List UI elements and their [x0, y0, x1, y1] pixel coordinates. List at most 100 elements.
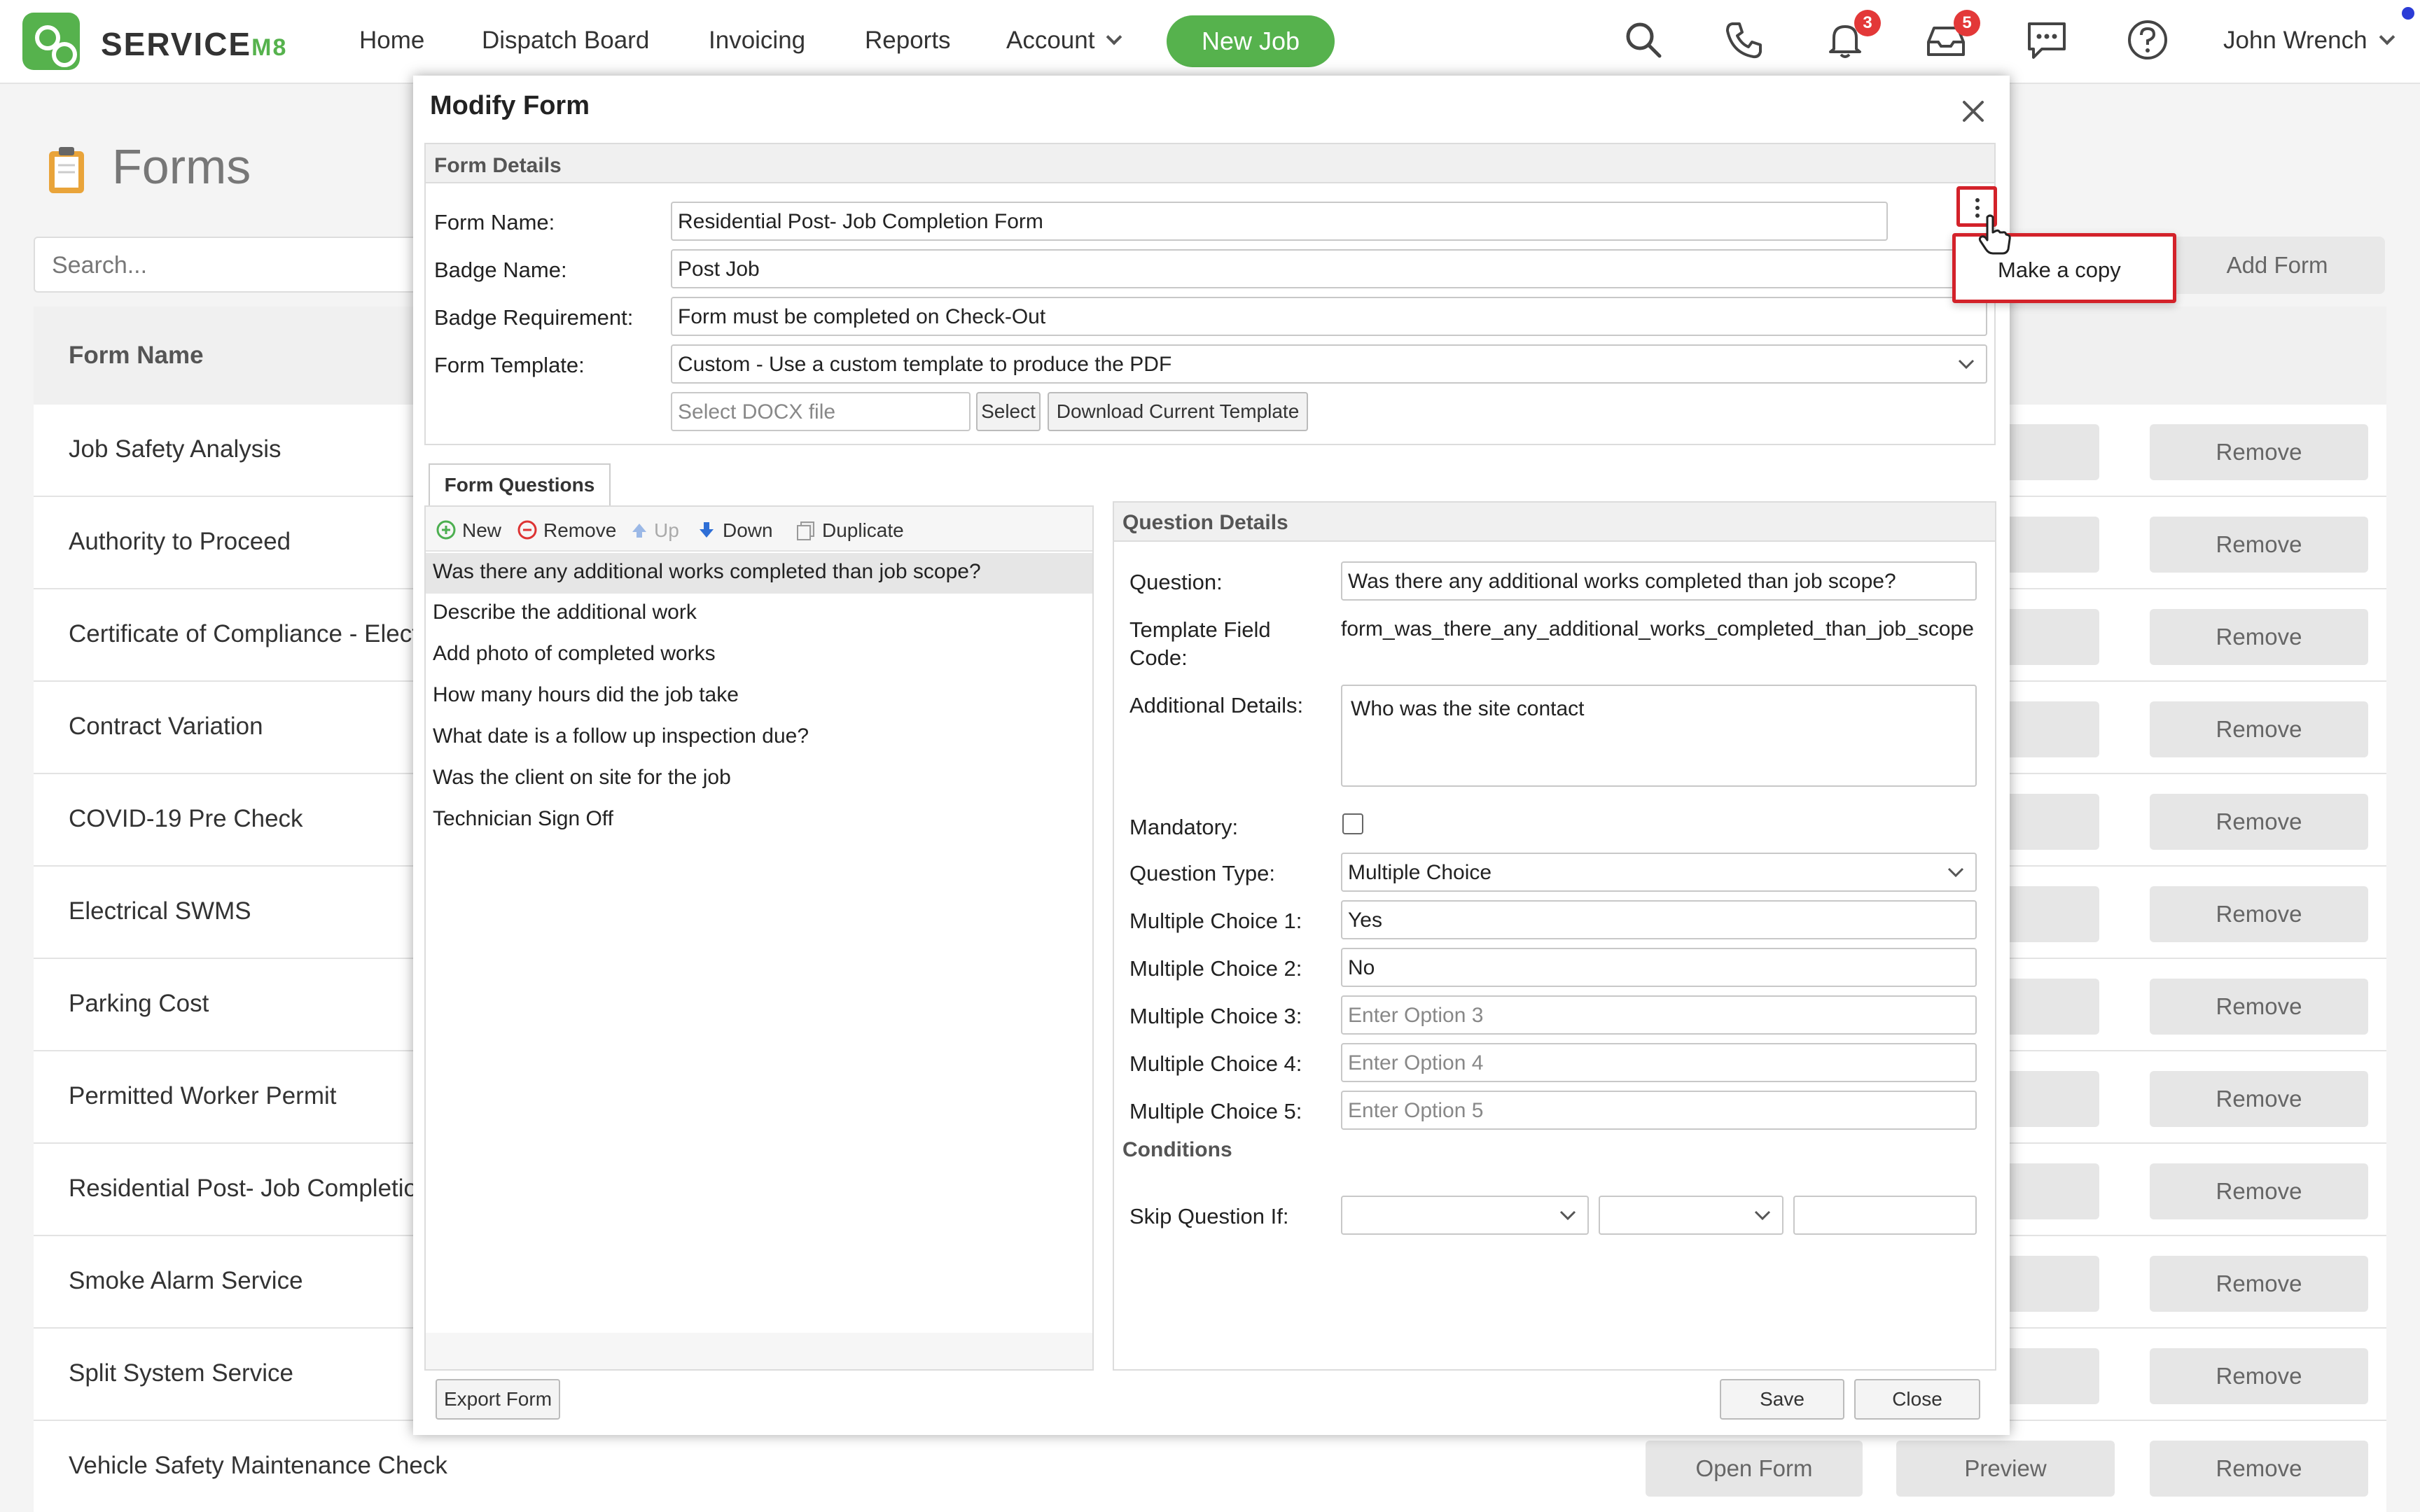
remove-circle-icon[interactable] [517, 519, 538, 540]
remove-button[interactable]: Remove [2150, 1256, 2368, 1312]
remove-button[interactable]: Remove [2150, 701, 2368, 757]
new-question-button[interactable]: New [462, 519, 501, 542]
row-name: Authority to Proceed [69, 528, 291, 555]
section-header: Question Details [1114, 503, 1995, 542]
question-item[interactable]: Was there any additional works completed… [426, 553, 1092, 594]
duplicate-question-button[interactable]: Duplicate [822, 519, 904, 542]
row-name: Permitted Worker Permit [69, 1082, 337, 1110]
question-item[interactable]: Describe the additional work [426, 594, 1092, 634]
mc5-label: Multiple Choice 5: [1129, 1099, 1302, 1124]
nav-reports[interactable]: Reports [865, 27, 951, 55]
add-form-button[interactable]: Add Form [2169, 237, 2385, 294]
mc4-input[interactable]: Enter Option 4 [1341, 1043, 1977, 1082]
move-down-button[interactable]: Down [723, 519, 773, 542]
phone-icon[interactable] [1723, 18, 1766, 62]
row-name: Certificate of Compliance - Elect [69, 620, 419, 648]
add-circle-icon[interactable] [436, 519, 457, 540]
remove-button[interactable]: Remove [2150, 886, 2368, 942]
badge-name-label: Badge Name: [434, 258, 567, 282]
template-field-code-label-2: Code: [1129, 645, 1188, 670]
remove-button[interactable]: Remove [2150, 1441, 2368, 1497]
search-icon[interactable] [1622, 18, 1665, 62]
form-details-section: Form Details Form Name: Residential Post… [424, 143, 1996, 445]
search-input[interactable]: Search... [34, 237, 433, 293]
question-details-panel: Question Details Question: Was there any… [1113, 501, 1996, 1371]
chevron-down-icon [1947, 867, 1964, 878]
question-item[interactable]: What date is a follow up inspection due? [426, 718, 1092, 758]
clipboard-icon [49, 147, 84, 193]
nav-dispatch-board[interactable]: Dispatch Board [482, 27, 649, 55]
chevron-down-icon [1754, 1210, 1771, 1221]
duplicate-icon[interactable] [795, 519, 816, 540]
badge-requirement-label: Badge Requirement: [434, 305, 634, 330]
preview-button[interactable]: Preview [1896, 1441, 2115, 1497]
hand-cursor-icon [1978, 214, 2011, 255]
arrow-down-icon[interactable] [696, 519, 717, 540]
remove-button[interactable]: Remove [2150, 424, 2368, 480]
row-name: Parking Cost [69, 990, 209, 1017]
close-icon[interactable] [1957, 95, 1989, 127]
user-menu[interactable]: John Wrench [2223, 27, 2395, 55]
help-icon[interactable] [2126, 18, 2169, 62]
question-item[interactable]: Was the client on site for the job [426, 759, 1092, 799]
mc3-label: Multiple Choice 3: [1129, 1004, 1302, 1028]
remove-question-button[interactable]: Remove [543, 519, 616, 542]
row-name: Electrical SWMS [69, 897, 251, 925]
mc5-input[interactable]: Enter Option 5 [1341, 1091, 1977, 1130]
skip-condition-select-1[interactable] [1341, 1196, 1589, 1235]
export-form-button[interactable]: Export Form [436, 1379, 560, 1420]
remove-button[interactable]: Remove [2150, 1163, 2368, 1219]
tab-form-questions[interactable]: Form Questions [429, 463, 611, 507]
docx-file-input[interactable]: Select DOCX file [671, 392, 971, 431]
remove-button[interactable]: Remove [2150, 1071, 2368, 1127]
question-input[interactable]: Was there any additional works completed… [1341, 561, 1977, 601]
question-type-select[interactable]: Multiple Choice [1341, 853, 1977, 892]
form-questions-panel: New Remove Up Down Duplicate Was there a… [424, 505, 1094, 1371]
mc1-label: Multiple Choice 1: [1129, 909, 1302, 933]
skip-question-label: Skip Question If: [1129, 1204, 1289, 1228]
chevron-down-icon [2379, 29, 2395, 46]
nav-account[interactable]: Account [1006, 27, 1122, 55]
page-title: Forms [112, 139, 251, 194]
remove-button[interactable]: Remove [2150, 794, 2368, 850]
mandatory-checkbox[interactable] [1342, 813, 1363, 834]
question-item[interactable]: How many hours did the job take [426, 676, 1092, 717]
close-button[interactable]: Close [1854, 1379, 1980, 1420]
chat-icon[interactable] [2025, 18, 2068, 62]
dialog-title: Modify Form [430, 91, 590, 120]
skip-condition-value-input[interactable] [1793, 1196, 1977, 1235]
mc3-input[interactable]: Enter Option 3 [1341, 995, 1977, 1035]
form-name-input[interactable]: Residential Post- Job Completion Form [671, 202, 1888, 241]
row-name: Split System Service [69, 1359, 293, 1387]
skip-condition-select-2[interactable] [1599, 1196, 1783, 1235]
additional-details-textarea[interactable]: Who was the site contact [1341, 685, 1977, 787]
nav-invoicing[interactable]: Invoicing [709, 27, 805, 55]
download-template-button[interactable]: Download Current Template [1048, 392, 1308, 431]
mc4-label: Multiple Choice 4: [1129, 1051, 1302, 1076]
remove-button[interactable]: Remove [2150, 517, 2368, 573]
save-button[interactable]: Save [1720, 1379, 1844, 1420]
remove-button[interactable]: Remove [2150, 609, 2368, 665]
questions-toolbar: New Remove Up Down Duplicate [426, 507, 1092, 552]
question-item[interactable]: Add photo of completed works [426, 635, 1092, 676]
servicem8-logo-icon[interactable] [22, 13, 80, 70]
move-up-button[interactable]: Up [654, 519, 679, 542]
badge-name-input[interactable]: Post Job [671, 249, 1987, 288]
column-form-name: Form Name [69, 342, 204, 369]
mc2-input[interactable]: No [1341, 948, 1977, 987]
brand-logo[interactable]: SERVICEM8 [101, 25, 287, 63]
question-item[interactable]: Technician Sign Off [426, 800, 1092, 841]
mc1-input[interactable]: Yes [1341, 900, 1977, 939]
open-form-button[interactable]: Open Form [1646, 1441, 1863, 1497]
remove-button[interactable]: Remove [2150, 1348, 2368, 1404]
select-file-button[interactable]: Select [976, 392, 1041, 431]
additional-details-label: Additional Details: [1129, 693, 1304, 718]
nav-home[interactable]: Home [359, 27, 424, 55]
badge-requirement-select[interactable]: Form must be completed on Check-Out [671, 297, 1987, 336]
new-job-button[interactable]: New Job [1167, 15, 1335, 67]
form-template-select[interactable]: Custom - Use a custom template to produc… [671, 344, 1987, 384]
make-a-copy-menu-item[interactable]: Make a copy [1998, 258, 2121, 283]
inbox-badge: 5 [1954, 10, 1980, 36]
remove-button[interactable]: Remove [2150, 979, 2368, 1035]
section-header: Form Details [426, 144, 1994, 183]
